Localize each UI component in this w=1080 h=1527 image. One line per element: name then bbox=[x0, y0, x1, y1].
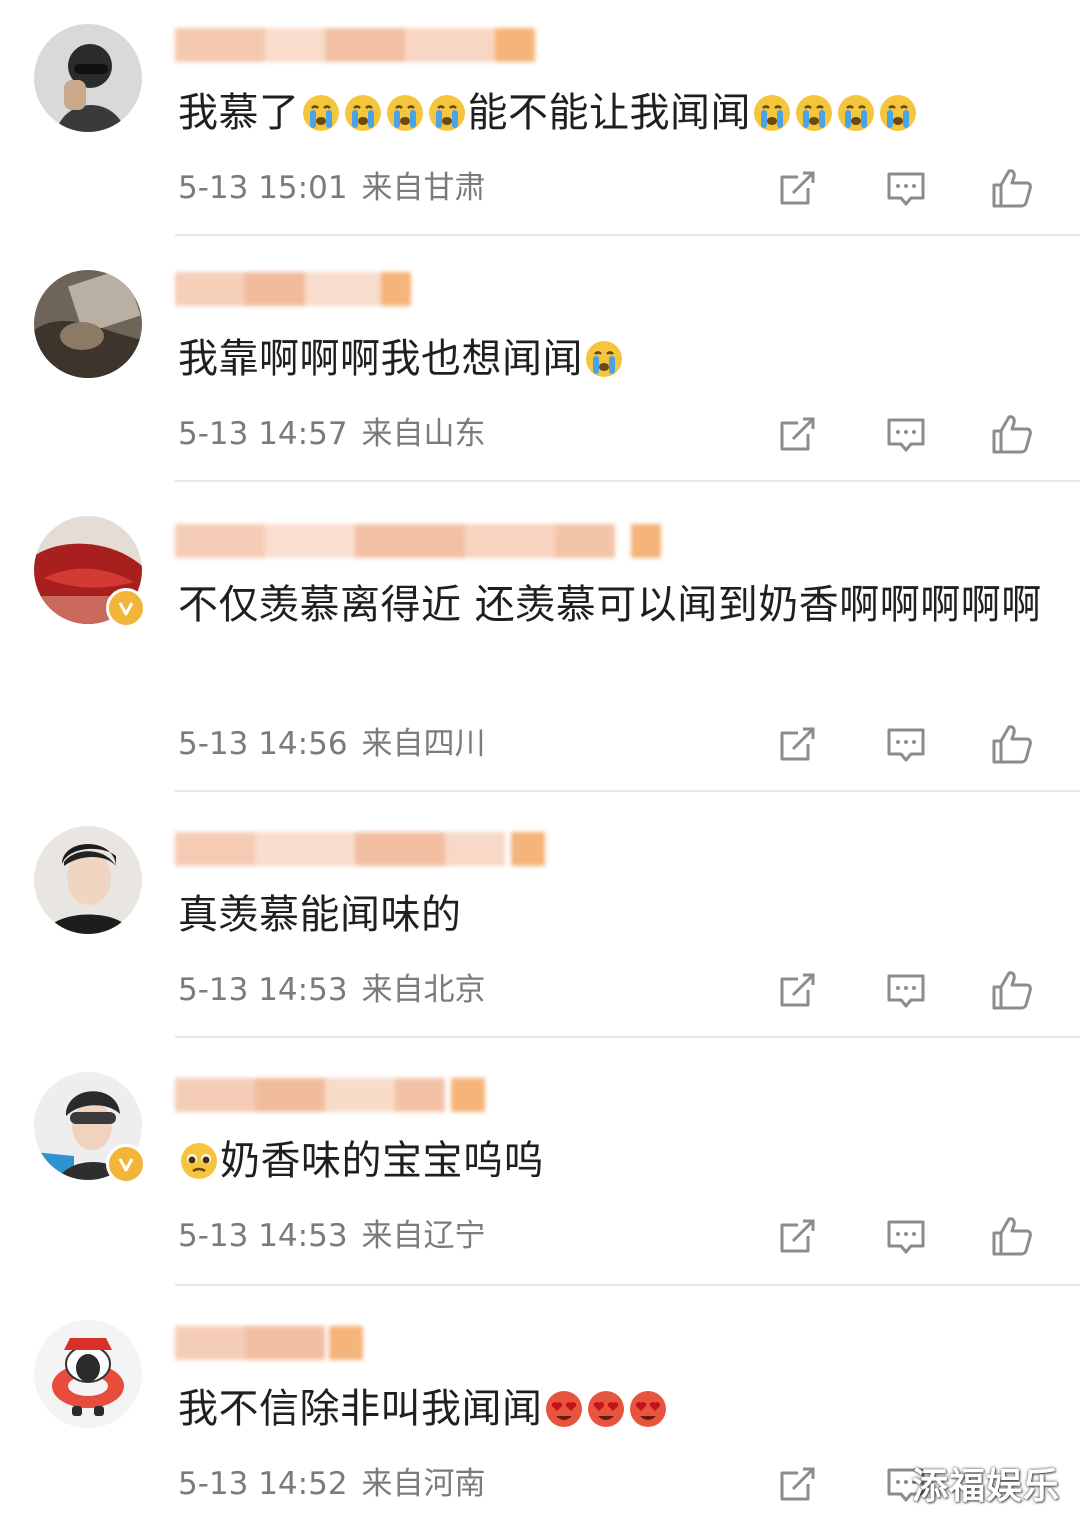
edit-share-icon[interactable] bbox=[776, 968, 820, 1012]
avatar[interactable] bbox=[34, 826, 142, 934]
heart-eyes-emoji-icon bbox=[586, 1389, 626, 1429]
crying-emoji-icon bbox=[752, 93, 792, 133]
divider bbox=[175, 480, 1080, 482]
comment-text-segment: 不仅羡慕离得近 还羡慕可以闻到奶香啊啊啊啊啊 bbox=[178, 582, 1042, 628]
crying-emoji-icon bbox=[385, 93, 425, 133]
verified-v-badge-icon bbox=[106, 588, 146, 628]
crying-emoji-icon bbox=[343, 93, 383, 133]
comment-text-segment: 我不信除非叫我闻闻 bbox=[178, 1386, 543, 1432]
comment-text: 我不信除非叫我闻闻 bbox=[178, 1378, 1044, 1440]
comment-bubble-icon[interactable] bbox=[884, 968, 928, 1012]
edit-share-icon[interactable] bbox=[776, 166, 820, 210]
pleading-face-emoji-icon bbox=[179, 1141, 219, 1181]
heart-eyes-emoji-icon bbox=[628, 1389, 668, 1429]
crying-emoji-icon bbox=[427, 93, 467, 133]
comment-text: 我慕了 能不能让我闻闻 bbox=[178, 82, 1044, 144]
crying-emoji-icon bbox=[584, 339, 624, 379]
username-blurred[interactable] bbox=[175, 1078, 487, 1112]
comment-text-segment: 我靠啊啊啊我也想闻闻 bbox=[178, 336, 583, 382]
comment-bubble-icon[interactable] bbox=[884, 1214, 928, 1258]
edit-share-icon[interactable] bbox=[776, 722, 820, 766]
comment-actions bbox=[0, 722, 1080, 766]
crying-emoji-icon bbox=[836, 93, 876, 133]
avatar[interactable] bbox=[34, 270, 142, 378]
username-blurred[interactable] bbox=[175, 832, 549, 866]
thumbs-up-icon[interactable] bbox=[990, 166, 1034, 210]
comment-actions bbox=[0, 968, 1080, 1012]
comment-text-segment: 能不能让我闻闻 bbox=[467, 90, 751, 136]
crying-emoji-icon bbox=[301, 93, 341, 133]
comment-text-segment: 真羡慕能闻味的 bbox=[178, 892, 462, 938]
divider bbox=[175, 234, 1080, 236]
comment-bubble-icon[interactable] bbox=[884, 412, 928, 456]
edit-share-icon[interactable] bbox=[776, 412, 820, 456]
comment-bubble-icon[interactable] bbox=[884, 166, 928, 210]
username-blurred[interactable] bbox=[175, 272, 411, 306]
comment-text-segment: 我慕了 bbox=[178, 90, 300, 136]
edit-share-icon[interactable] bbox=[776, 1462, 820, 1506]
crying-emoji-icon bbox=[794, 93, 834, 133]
thumbs-up-icon[interactable] bbox=[990, 722, 1034, 766]
thumbs-up-icon[interactable] bbox=[990, 968, 1034, 1012]
comment-text: 奶香味的宝宝呜呜 bbox=[178, 1130, 1044, 1192]
avatar[interactable] bbox=[34, 24, 142, 132]
divider bbox=[175, 790, 1080, 792]
comment-actions bbox=[0, 166, 1080, 210]
crying-emoji-icon bbox=[878, 93, 918, 133]
heart-eyes-emoji-icon bbox=[544, 1389, 584, 1429]
username-blurred[interactable] bbox=[175, 524, 667, 558]
comment-bubble-icon[interactable] bbox=[884, 722, 928, 766]
divider bbox=[175, 1284, 1080, 1286]
comment-text-segment: 奶香味的宝宝呜呜 bbox=[220, 1138, 544, 1184]
divider bbox=[175, 1036, 1080, 1038]
username-blurred[interactable] bbox=[175, 1326, 363, 1360]
comment-actions bbox=[0, 412, 1080, 456]
verified-v-badge-icon bbox=[106, 1144, 146, 1184]
username-blurred[interactable] bbox=[175, 28, 535, 62]
thumbs-up-icon[interactable] bbox=[990, 412, 1034, 456]
watermark: 添福娱乐 bbox=[911, 1466, 1060, 1507]
comment-text: 真羡慕能闻味的 bbox=[178, 884, 1044, 946]
comment-actions bbox=[0, 1214, 1080, 1258]
comment-text: 不仅羡慕离得近 还羡慕可以闻到奶香啊啊啊啊啊 bbox=[178, 574, 1044, 636]
thumbs-up-icon[interactable] bbox=[990, 1214, 1034, 1258]
edit-share-icon[interactable] bbox=[776, 1214, 820, 1258]
comment-text: 我靠啊啊啊我也想闻闻 bbox=[178, 328, 1044, 390]
avatar[interactable] bbox=[34, 1320, 142, 1428]
